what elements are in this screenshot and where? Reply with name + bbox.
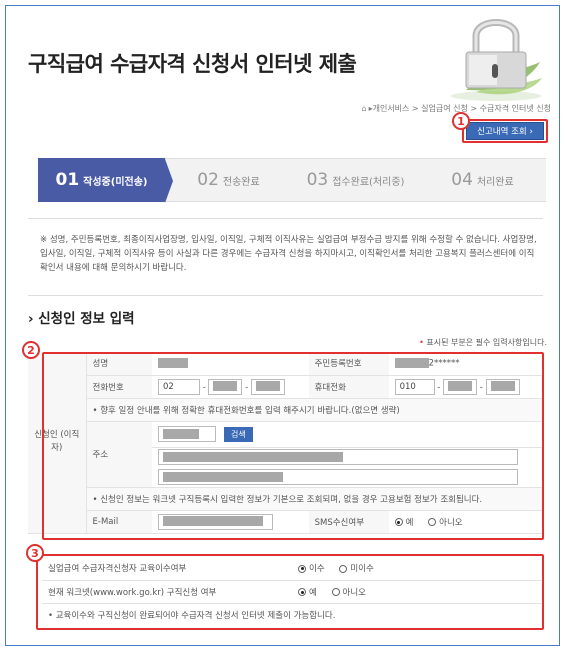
step-number: 03 [306, 170, 329, 190]
divider [28, 218, 543, 219]
page-title: 구직급여 수급자격 신청서 인터넷 제출 [28, 52, 357, 76]
annotation-badge-1: 1 [452, 112, 470, 130]
step-number: 02 [197, 170, 219, 190]
step-number: 01 [55, 170, 80, 190]
annotation-badge-3: 3 [26, 544, 44, 562]
step-3: 03 접수완료(처리중) [292, 158, 419, 202]
step-label: 작성중(미전송) [83, 176, 148, 188]
annotation-box-3 [36, 554, 544, 630]
required-note: • 표시된 부분은 필수 입력사항입니다. [419, 337, 547, 348]
step-1: 01 작성중(미전송) [38, 158, 173, 203]
progress-steps: 01 작성중(미전송) 02 전송완료 03 접수완료(처리중) 04 처리완료 [38, 158, 546, 203]
home-icon[interactable]: ⌂ [362, 104, 367, 113]
annotation-badge-2: 2 [22, 341, 40, 359]
step-arrow [165, 159, 173, 203]
padlock-icon [451, 19, 542, 101]
step-number: 04 [451, 170, 473, 190]
required-note-text: 표시된 부분은 필수 입력사항입니다. [423, 338, 547, 347]
section-title: › 신청인 정보 입력 [28, 311, 135, 327]
notice-text: ※ 성명, 주민등록번호, 최종이직사업장명, 입사일, 이직일, 구체적 이직… [40, 235, 537, 273]
divider [28, 295, 543, 296]
annotation-box-1 [462, 119, 548, 143]
step-label: 처리완료 [476, 176, 514, 188]
step-4: 04 처리완료 [419, 158, 546, 202]
step-2: 02 전송완료 [165, 158, 292, 202]
annotation-box-2 [42, 352, 544, 540]
step-label: 접수완료(처리중) [332, 176, 405, 188]
step-label: 전송완료 [222, 176, 260, 188]
